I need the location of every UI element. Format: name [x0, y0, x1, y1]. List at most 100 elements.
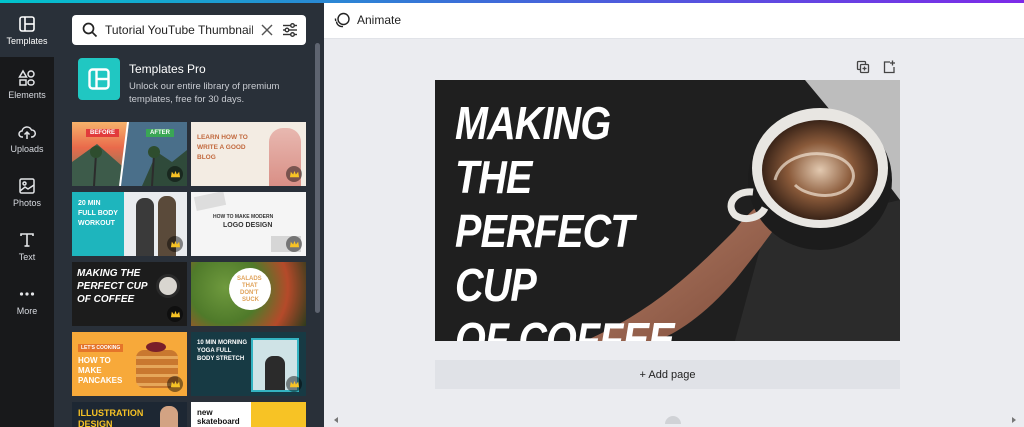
crown-icon: [289, 380, 299, 387]
thumb-text: BLOG: [197, 154, 216, 161]
premium-crown-badge: [167, 376, 183, 392]
premium-crown-badge: [286, 376, 302, 392]
thumb-tag: LET'S COOKING: [78, 344, 124, 352]
animate-button[interactable]: Animate: [357, 13, 401, 27]
crown-icon: [170, 380, 180, 387]
thumb-text: HOW TO: [78, 356, 111, 365]
thumb-text: PANCAKES: [78, 376, 123, 385]
search-icon: [82, 22, 98, 38]
thumb-person-photo: [136, 198, 154, 256]
template-thumb-workout[interactable]: 20 MIN FULL BODY WORKOUT: [72, 192, 187, 256]
crown-icon: [289, 170, 299, 177]
before-label: BEFORE: [86, 129, 120, 137]
rail-item-uploads[interactable]: Uploads: [0, 111, 54, 165]
rail-item-templates[interactable]: Templates: [0, 3, 54, 57]
image-icon: [19, 177, 35, 194]
template-thumb-blog[interactable]: LEARN HOW TO WRITE A GOOD BLOG: [191, 122, 306, 186]
after-label: AFTER: [146, 129, 174, 137]
left-rail: Templates Elements Uploads Photos Text M…: [0, 3, 54, 427]
design-headline[interactable]: MAKING THE PERFECT CUP OF COFFEE: [455, 96, 679, 341]
templates-pro-logo-icon: [88, 68, 110, 90]
rail-item-elements[interactable]: Elements: [0, 57, 54, 111]
pro-logo: [78, 58, 120, 100]
premium-crown-badge: [167, 166, 183, 182]
thumb-circle-badge: [229, 268, 271, 310]
thumb-text: THAT: [242, 283, 258, 289]
rail-item-text[interactable]: Text: [0, 219, 54, 273]
templates-pro-banner[interactable]: Templates Pro Unlock our entire library …: [78, 58, 308, 108]
premium-crown-badge: [167, 236, 183, 252]
headline-line: MAKING THE: [455, 97, 611, 203]
rail-label: Text: [18, 251, 36, 262]
thumb-text: skateboard: [197, 417, 240, 426]
headline-line: OF COFFEE: [455, 313, 675, 341]
filter-sliders-icon[interactable]: [282, 22, 298, 38]
thumb-text: new: [197, 408, 213, 417]
duplicate-page-icon[interactable]: [856, 60, 870, 74]
thumb-person-photo: [265, 356, 285, 390]
thumb-text: 10 MIN MORNING: [197, 340, 248, 346]
panel-scrollbar[interactable]: [315, 43, 320, 313]
thumb-text: LOGO DESIGN: [223, 222, 273, 229]
thumb-text: FULL BODY: [78, 210, 118, 217]
upload-cloud-icon: [18, 125, 36, 139]
animate-icon[interactable]: [334, 12, 350, 28]
thumb-text: WORKOUT: [78, 220, 115, 227]
search-input[interactable]: [105, 15, 253, 45]
thumb-text: ILLUSTRATION: [78, 408, 144, 418]
thumb-desk-item: [193, 192, 227, 211]
rail-item-photos[interactable]: Photos: [0, 165, 54, 219]
template-thumb-before-after[interactable]: BEFORE AFTER: [72, 122, 187, 186]
thumb-text: HOW TO MAKE MODERN: [213, 214, 274, 220]
crown-icon: [170, 240, 180, 247]
thumb-text: YOGA FULL: [197, 348, 232, 354]
add-page-button[interactable]: + Add page: [435, 360, 900, 389]
thumb-person-photo: [160, 406, 178, 427]
template-thumb-coffee[interactable]: MAKING THE PERFECT CUP OF COFFEE: [72, 262, 187, 326]
templates-icon: [19, 15, 35, 32]
horizontal-scrollbar[interactable]: [330, 416, 1020, 424]
templates-panel: Templates Pro Unlock our entire library …: [54, 3, 324, 427]
thumb-mug: [156, 274, 180, 298]
more-dots-icon: [19, 291, 35, 296]
rail-label: Templates: [6, 35, 48, 46]
thumb-text: WRITE A GOOD: [197, 144, 246, 151]
thumb-text: DESIGN: [78, 419, 113, 427]
rail-item-more[interactable]: More: [0, 273, 54, 327]
rail-label: More: [16, 305, 38, 316]
premium-crown-badge: [286, 166, 302, 182]
thumb-text: 20 MIN: [78, 200, 101, 207]
rail-label: Uploads: [10, 143, 44, 154]
template-thumb-illustration[interactable]: ILLUSTRATION DESIGN: [72, 402, 187, 427]
pro-title: Templates Pro: [129, 62, 206, 76]
template-thumb-pancakes[interactable]: LET'S COOKING HOW TO MAKE PANCAKES: [72, 332, 187, 396]
rail-label: Photos: [12, 197, 42, 208]
thumb-text: LEARN HOW TO: [197, 134, 248, 141]
editor-header: Animate: [324, 3, 1024, 39]
thumb-text: DON'T: [240, 290, 259, 296]
thumb-text: MAKING THE: [77, 268, 141, 279]
elements-icon: [18, 69, 35, 86]
thumb-text: MAKE: [78, 366, 102, 375]
clear-icon[interactable]: [260, 23, 274, 37]
template-thumb-yoga[interactable]: 10 MIN MORNING YOGA FULL BODY STRETCH: [191, 332, 306, 396]
text-t-icon: [20, 232, 34, 247]
design-page[interactable]: MAKING THE PERFECT CUP OF COFFEE: [435, 80, 900, 341]
template-thumb-skateboard[interactable]: new skateboard: [191, 402, 306, 427]
thumb-berries: [146, 342, 166, 352]
headline-line: PERFECT CUP: [455, 205, 634, 311]
thumb-text: PERFECT CUP: [77, 281, 148, 292]
crown-icon: [170, 310, 180, 317]
template-thumb-salads[interactable]: SALADS THAT DON'T SUCK: [191, 262, 306, 326]
add-page-icon[interactable]: [882, 60, 896, 74]
crown-icon: [289, 240, 299, 247]
rail-label: Elements: [8, 89, 46, 100]
thumb-text: SUCK: [242, 297, 260, 303]
pro-description: Unlock our entire library of premium tem…: [129, 81, 280, 105]
thumb-text: SALADS: [237, 276, 262, 282]
premium-crown-badge: [167, 306, 183, 322]
crown-icon: [170, 170, 180, 177]
template-thumb-logo-design[interactable]: HOW TO MAKE MODERN LOGO DESIGN: [191, 192, 306, 256]
thumb-text: BODY STRETCH: [197, 356, 245, 362]
search-box: [72, 15, 306, 45]
